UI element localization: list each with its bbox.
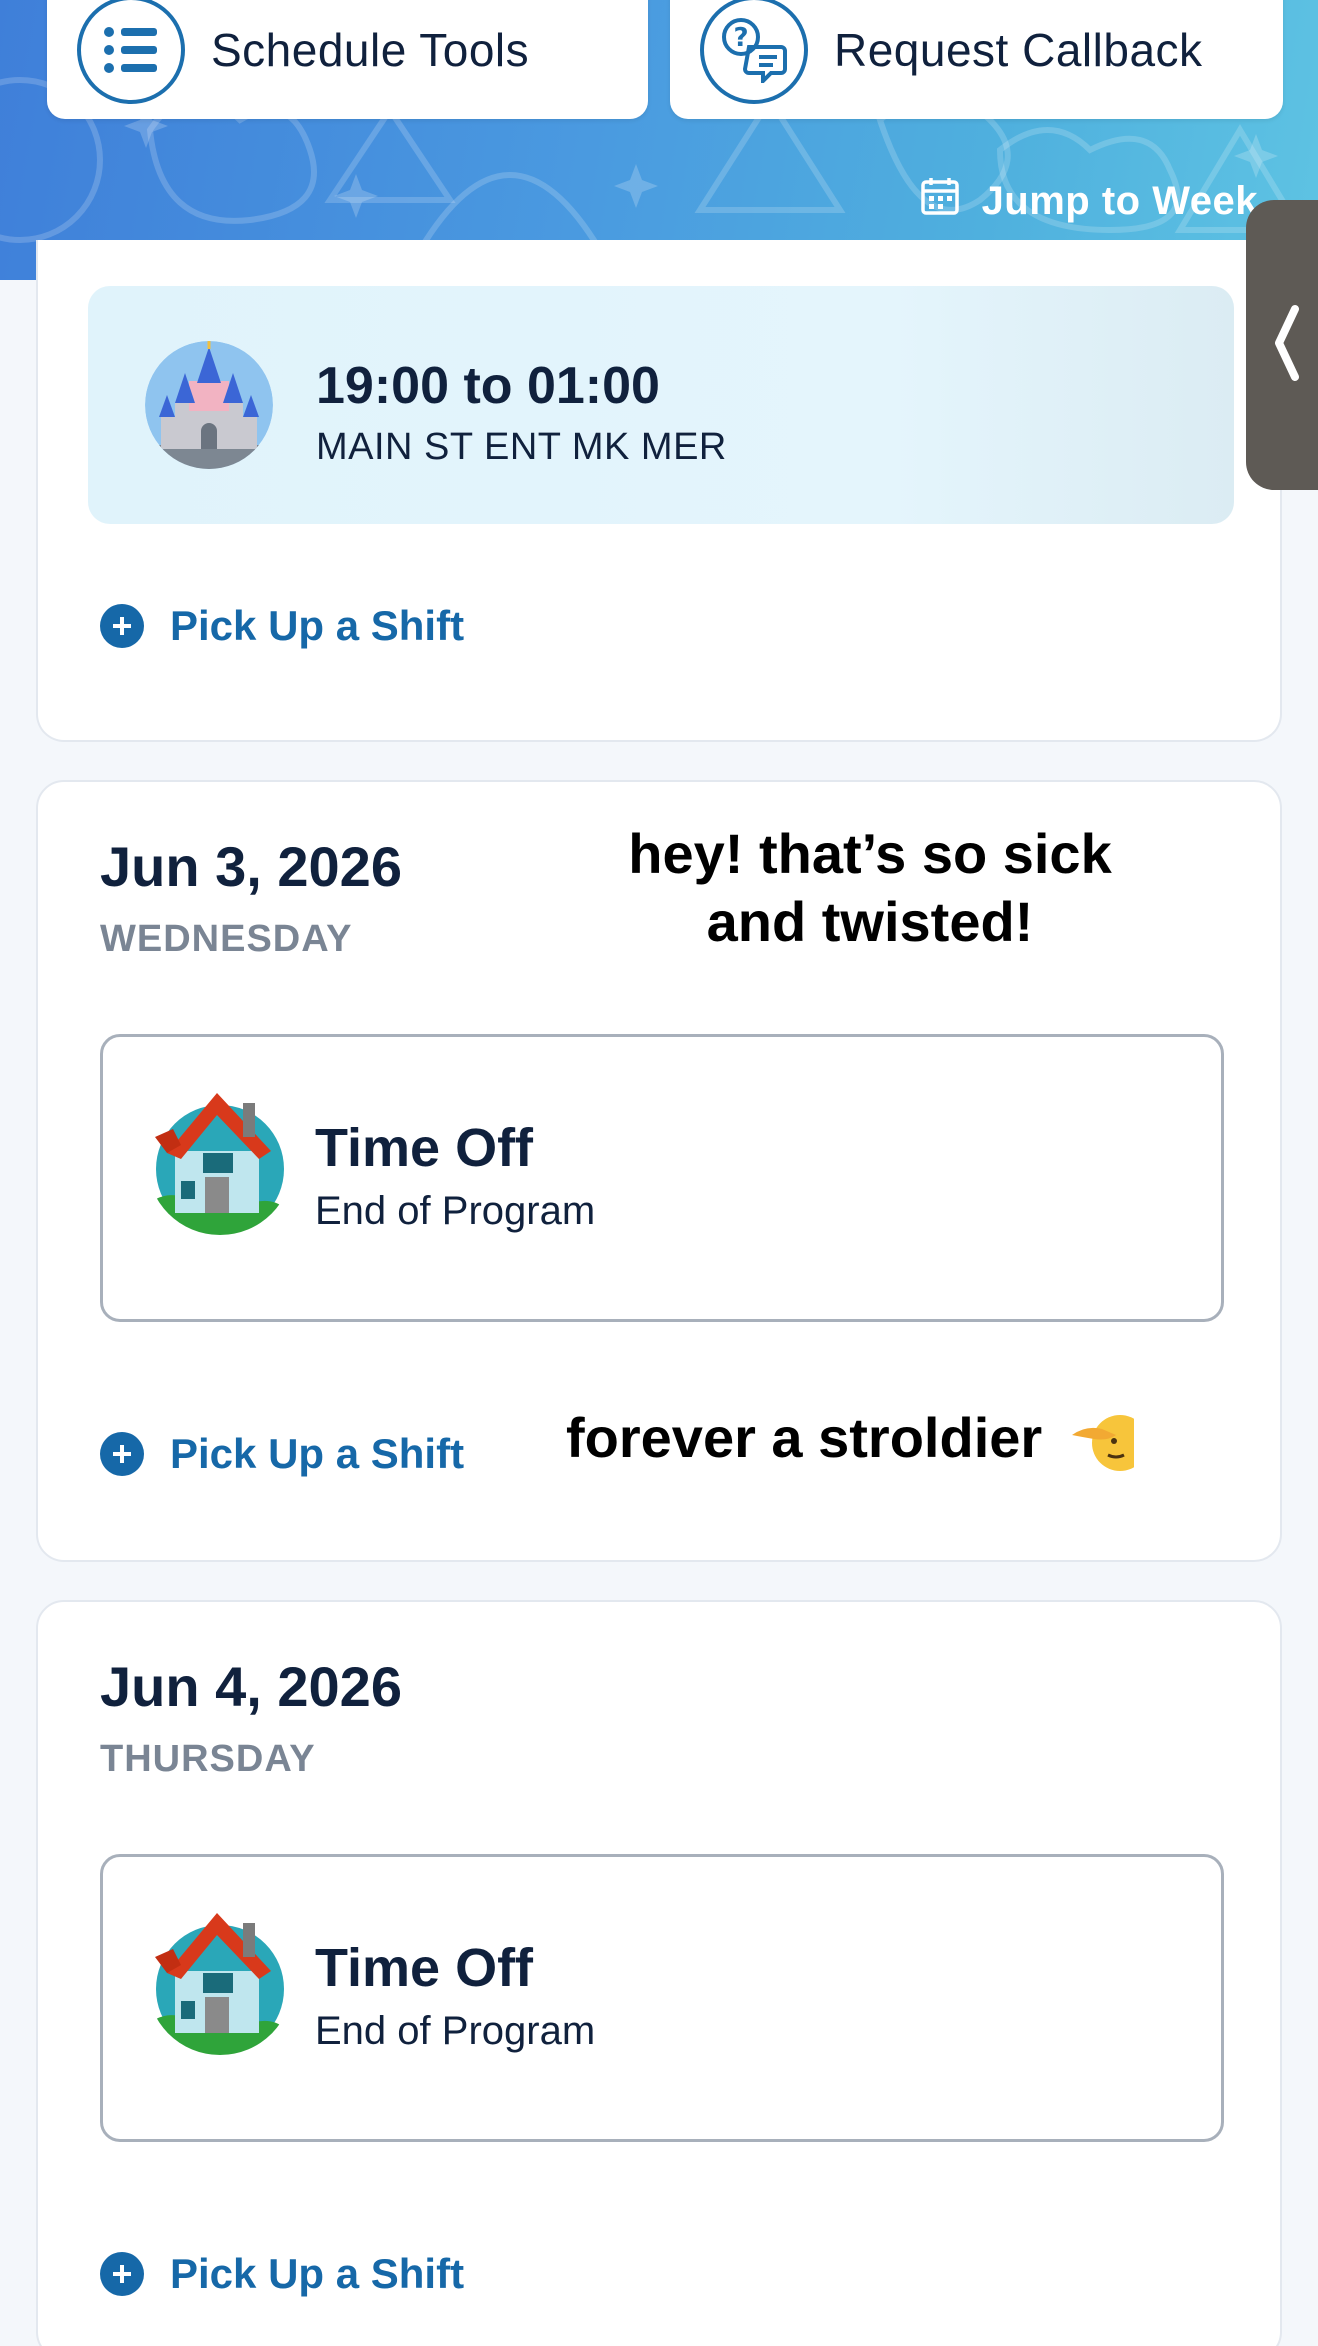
castle-icon [145,341,273,469]
plus-circle-icon [100,1432,144,1476]
svg-text:?: ? [733,23,748,53]
saluting-face-emoji [1068,1411,1134,1473]
header-banner: Schedule Tools ? Request Callback Jump t… [0,0,1318,280]
day-card: 19:00 to 01:00 MAIN ST ENT MK MER Pick U… [36,240,1282,742]
overlay-caption: hey! that’s so sick and twisted! [560,820,1180,956]
shift-time: 19:00 to 01:00 [316,357,660,415]
chat-question-icon: ? [700,0,808,104]
house-icon [147,1909,293,2055]
caption-line: hey! that’s so sick [628,822,1112,885]
time-off-subtitle: End of Program [315,1189,596,1233]
schedule-tools-button[interactable]: Schedule Tools [47,0,648,119]
day-weekday: WEDNESDAY [100,918,353,960]
day-date: Jun 4, 2026 [100,1655,402,1718]
pick-up-shift-button[interactable]: Pick Up a Shift [100,2250,464,2298]
day-date: Jun 3, 2026 [100,835,402,898]
pick-up-shift-button[interactable]: Pick Up a Shift [100,602,464,650]
pick-up-shift-label: Pick Up a Shift [170,602,465,649]
time-off-entry[interactable]: Time Off End of Program [100,1854,1224,2142]
pick-up-shift-label: Pick Up a Shift [170,1430,465,1477]
day-weekday: THURSDAY [100,1738,316,1780]
caption-text: forever a stroldier [566,1406,1043,1469]
house-icon [147,1089,293,1235]
pick-up-shift-button[interactable]: Pick Up a Shift [100,1430,464,1478]
caption-line: and twisted! [706,890,1034,953]
time-off-entry[interactable]: Time Off End of Program [100,1034,1224,1322]
list-icon [77,0,185,104]
request-callback-label: Request Callback [834,23,1203,76]
plus-circle-icon [100,2252,144,2296]
time-off-subtitle: End of Program [315,2009,596,2053]
shift-entry[interactable]: 19:00 to 01:00 MAIN ST ENT MK MER [88,286,1234,524]
plus-circle-icon [100,604,144,648]
schedule-tools-label: Schedule Tools [211,23,530,76]
time-off-title: Time Off [315,1938,534,1998]
chevron-left-icon [1271,303,1301,388]
jump-to-week-button[interactable]: Jump to Week [920,176,1258,226]
jump-to-week-label: Jump to Week [981,178,1258,223]
day-card: Jun 4, 2026 THURSDAY Time Off End of Pro… [36,1600,1282,2346]
request-callback-button[interactable]: ? Request Callback [670,0,1283,119]
calendar-icon [920,176,960,226]
overlay-caption: forever a stroldier [566,1404,1226,1473]
time-off-title: Time Off [315,1118,534,1178]
side-panel-tab[interactable] [1246,200,1318,490]
shift-location: MAIN ST ENT MK MER [316,426,727,468]
pick-up-shift-label: Pick Up a Shift [170,2250,465,2297]
